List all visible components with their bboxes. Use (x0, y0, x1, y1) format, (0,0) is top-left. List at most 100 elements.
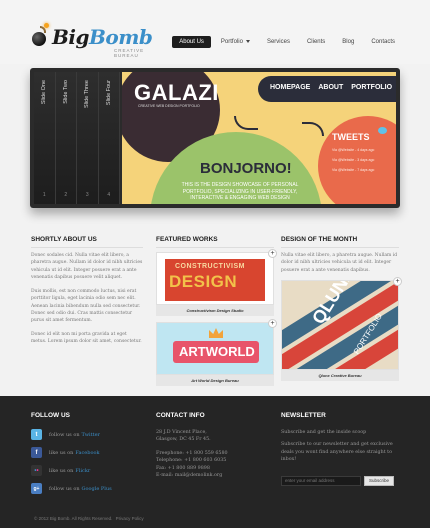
plus-icon[interactable]: + (268, 319, 277, 328)
featured-image[interactable]: CONSTRUCTIVISM DESIGN (156, 252, 274, 305)
google-plus-icon: g+ (31, 483, 42, 494)
slide-description: THIS IS THE DESIGN SHOWCASE OF PERSONAL … (181, 182, 299, 201)
nav-services[interactable]: Services (260, 36, 297, 48)
slide-image[interactable]: GALAZI CREATIVE WEB DESIGN PORTFOLIO HOM… (122, 72, 396, 204)
work-caption: Art World Design Bureau (156, 375, 274, 386)
social-flickr[interactable]: • • like us on Flickr (31, 465, 141, 476)
slide-brand-sub: CREATIVE WEB DESIGN PORTFOLIO (138, 104, 200, 108)
nav-portfolio[interactable]: Portfolio (214, 36, 257, 48)
featured-section: FEATURED WORKS CONSTRUCTIVISM DESIGN Con… (156, 236, 277, 392)
brand-name: BigBomb (52, 25, 153, 49)
follow-section: FOLLOW US t follow us on Twitter f like … (31, 412, 141, 501)
slider-tab-number: 4 (107, 192, 111, 198)
contact-section: CONTACT INFO 28 J.D Vincent Place, Glasg… (156, 412, 266, 480)
telephone: Telephone: +1 800 603 6035 (156, 458, 227, 464)
design-month-section: DESIGN OF THE MONTH Nulla vitae elit lib… (281, 236, 402, 387)
slider-tab-label: Slide Two (62, 80, 69, 104)
social-pre: like us on (49, 449, 74, 456)
work-line1: CONSTRUCTIVISM (175, 263, 245, 270)
design-month-work[interactable]: QLUNX PORTFOLIO Qlunx Creative Bureau + (281, 277, 402, 382)
slider-tab-number: 2 (64, 192, 68, 198)
slider-tab-4[interactable]: Slide Four 4 (98, 72, 120, 204)
flickr-icon: • • (31, 465, 42, 476)
slider-tab-1[interactable]: Slide One 1 (34, 72, 56, 204)
slide-tweet: Via @Website - 3 days ago (332, 158, 375, 162)
slide-headline: BONJORNO! (200, 160, 292, 177)
work-caption: Constructivism Design Studio (156, 305, 274, 316)
plus-icon[interactable]: + (393, 277, 402, 287)
nav-blog-label: Blog (342, 39, 355, 45)
main-nav: About Us Portfolio Services Clients Blog… (172, 36, 402, 48)
nav-contacts-label: Contacts (371, 39, 395, 45)
slide-tweets-title: TWEETS (332, 132, 370, 142)
logo[interactable]: BigBomb CREATIVE BUREAU (28, 20, 168, 58)
footer: FOLLOW US t follow us on Twitter f like … (0, 396, 430, 528)
design-month-title: DESIGN OF THE MONTH (281, 236, 399, 248)
freephone: Freephone: +1 800 559 6580 (156, 450, 228, 456)
email-input[interactable] (281, 475, 361, 486)
newsletter-section: NEWSLETTER Subscribe and get the inside … (281, 412, 401, 486)
bomb-icon (32, 32, 46, 46)
brand-part2: Bomb (89, 25, 153, 49)
slide-menu-item: HOMEPAGE (270, 84, 311, 91)
social-facebook[interactable]: f like us on Facebook (31, 447, 141, 458)
slider-tab-number: 1 (42, 192, 46, 198)
featured-work[interactable]: ARTWORLD Art World Design Bureau + (156, 319, 277, 386)
slider-tab-3[interactable]: Slide Three 3 (77, 72, 99, 204)
about-paragraph: Duis mollis, est non commodo luctus, nis… (31, 288, 141, 324)
address-line: Glasgow, DC 45 Fr 45. (156, 437, 211, 443)
newsletter-title: NEWSLETTER (281, 412, 326, 419)
featured-title: FEATURED WORKS (156, 236, 274, 248)
email-link[interactable]: E-mail: mail@demolink.org (156, 472, 266, 479)
newsletter-line2: Subscribe to our newsletter and get excl… (281, 442, 393, 463)
slide-brand: GALAZI (134, 80, 219, 105)
slider-tab-2[interactable]: Slide Two 2 (55, 72, 77, 204)
design-month-image[interactable]: QLUNX PORTFOLIO (281, 280, 399, 371)
nav-about-label: About Us (179, 39, 204, 45)
brand-part1: Big (52, 25, 90, 49)
nav-clients[interactable]: Clients (300, 36, 332, 48)
work-art-text: ARTWORLD (179, 344, 255, 359)
copyright-text: © 2012 Big Bomb. All Rights Reserved. (34, 516, 113, 521)
slide-tweet: Via @Website - 7 days ago (332, 168, 375, 172)
social-link[interactable]: Flickr (75, 468, 90, 474)
follow-title: FOLLOW US (31, 412, 70, 419)
social-pre: like us on (49, 467, 74, 474)
social-twitter[interactable]: t follow us on Twitter (31, 429, 141, 440)
slide-tweet: Via @Website - 4 days ago (332, 148, 375, 152)
slider-tabs: Slide One 1 Slide Two 2 Slide Three 3 Sl… (34, 72, 120, 204)
social-link[interactable]: Twitter (82, 432, 100, 438)
design-month-text: Nulla vitae elit libero, a pharetra augu… (281, 253, 398, 273)
work-caption: Qlunx Creative Bureau (281, 370, 399, 382)
slider-tab-label: Slide One (41, 80, 48, 105)
featured-work[interactable]: CONSTRUCTIVISM DESIGN Constructivism Des… (156, 249, 277, 316)
slider-tab-label: Slide Three (84, 80, 91, 109)
facebook-icon: f (31, 447, 42, 458)
plus-icon[interactable]: + (268, 249, 277, 258)
about-title: SHORTLY ABOUT US (31, 236, 143, 248)
work-line2: DESIGN (169, 272, 238, 291)
about-paragraph: Donec id elit non mi porta gravida at eg… (31, 331, 142, 345)
slider-tab-number: 3 (85, 192, 89, 198)
about-paragraph: Donec sodales cid. Nulla vitae elit libe… (31, 253, 143, 281)
address-line: 28 J.D Vincent Place, (156, 430, 207, 435)
slide-menu-item: PORTFOLIO (351, 84, 393, 91)
featured-image[interactable]: ARTWORLD (156, 322, 274, 375)
nav-contacts[interactable]: Contacts (364, 36, 402, 48)
slide-menu: HOMEPAGE ABOUT PORTFOLIO (270, 84, 392, 91)
privacy-link[interactable]: Privacy Policy (116, 516, 144, 521)
fax: Fax: +1 800 889 9898 (156, 465, 210, 471)
bird-icon (378, 127, 387, 134)
slider: Slide One 1 Slide Two 2 Slide Three 3 Sl… (30, 68, 400, 208)
social-link[interactable]: Google Plus (82, 486, 112, 492)
slide-menu-item: ABOUT (318, 84, 344, 91)
twitter-icon: t (31, 429, 42, 440)
subscribe-button[interactable]: Subscribe (364, 475, 395, 486)
social-pre: follow us on (49, 485, 80, 492)
nav-about[interactable]: About Us (172, 36, 211, 48)
header: BigBomb CREATIVE BUREAU About Us Portfol… (0, 0, 430, 64)
slider-tab-label: Slide Four (105, 80, 112, 106)
social-link[interactable]: Facebook (75, 450, 99, 456)
nav-blog[interactable]: Blog (335, 36, 361, 48)
social-google-plus[interactable]: g+ follow us on Google Plus (31, 483, 141, 494)
